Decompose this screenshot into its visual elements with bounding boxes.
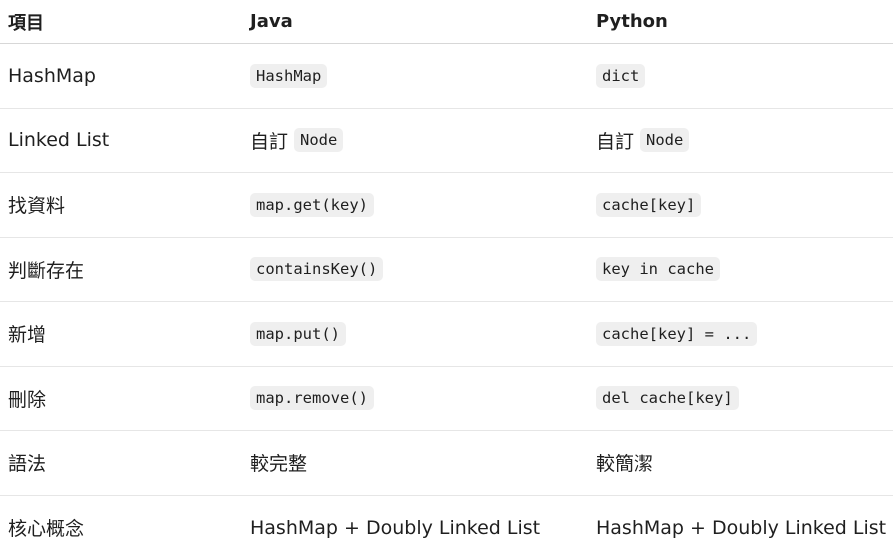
row-item-label: 語法 — [8, 431, 46, 495]
java-code: map.put() — [250, 322, 346, 346]
python-code: key in cache — [596, 257, 720, 281]
python-prefix-text: 自訂 — [596, 127, 634, 154]
table-row: 找資料 map.get(key) cache[key] — [0, 173, 893, 238]
python-cell: del cache[key] — [596, 367, 739, 431]
java-cell: map.put() — [250, 302, 346, 366]
python-cell: HashMap + Doubly Linked List — [596, 496, 886, 560]
comparison-table: 項目 Java Python HashMap HashMap dict Link… — [0, 0, 893, 560]
table-row: Linked List 自訂 Node 自訂 Node — [0, 109, 893, 174]
python-code: cache[key] — [596, 193, 701, 217]
java-code: map.get(key) — [250, 193, 374, 217]
python-cell: 較簡潔 — [596, 431, 653, 495]
row-item-label: 刪除 — [8, 367, 46, 431]
python-cell: cache[key] = ... — [596, 302, 757, 366]
row-item-label: 判斷存在 — [8, 238, 84, 302]
python-cell: cache[key] — [596, 173, 701, 237]
row-item-label: 新增 — [8, 302, 46, 366]
header-java: Java — [250, 0, 293, 43]
python-code: cache[key] = ... — [596, 322, 757, 346]
python-code: Node — [640, 128, 689, 152]
table-row: 判斷存在 containsKey() key in cache — [0, 238, 893, 303]
java-code: containsKey() — [250, 257, 383, 281]
python-cell: dict — [596, 44, 645, 108]
java-code: Node — [294, 128, 343, 152]
row-item-label: HashMap — [8, 44, 96, 108]
java-cell: 較完整 — [250, 431, 307, 495]
java-cell: 自訂 Node — [250, 109, 343, 173]
header-python: Python — [596, 0, 668, 43]
table-row: 刪除 map.remove() del cache[key] — [0, 367, 893, 432]
header-item: 項目 — [8, 0, 44, 43]
python-cell: key in cache — [596, 238, 720, 302]
table-row: 新增 map.put() cache[key] = ... — [0, 302, 893, 367]
java-cell: HashMap + Doubly Linked List — [250, 496, 540, 560]
java-code: map.remove() — [250, 386, 374, 410]
row-item-label: 找資料 — [8, 173, 65, 237]
java-prefix-text: 自訂 — [250, 127, 288, 154]
row-item-label: Linked List — [8, 109, 109, 173]
java-code: HashMap — [250, 64, 327, 88]
java-cell: containsKey() — [250, 238, 383, 302]
java-cell: HashMap — [250, 44, 327, 108]
table-row: HashMap HashMap dict — [0, 44, 893, 109]
table-row: 核心概念 HashMap + Doubly Linked List HashMa… — [0, 496, 893, 560]
python-code: del cache[key] — [596, 386, 739, 410]
python-code: dict — [596, 64, 645, 88]
row-item-label: 核心概念 — [8, 496, 84, 560]
table-header-row: 項目 Java Python — [0, 0, 893, 44]
java-cell: map.get(key) — [250, 173, 374, 237]
python-cell: 自訂 Node — [596, 109, 689, 173]
java-cell: map.remove() — [250, 367, 374, 431]
table-row: 語法 較完整 較簡潔 — [0, 431, 893, 496]
